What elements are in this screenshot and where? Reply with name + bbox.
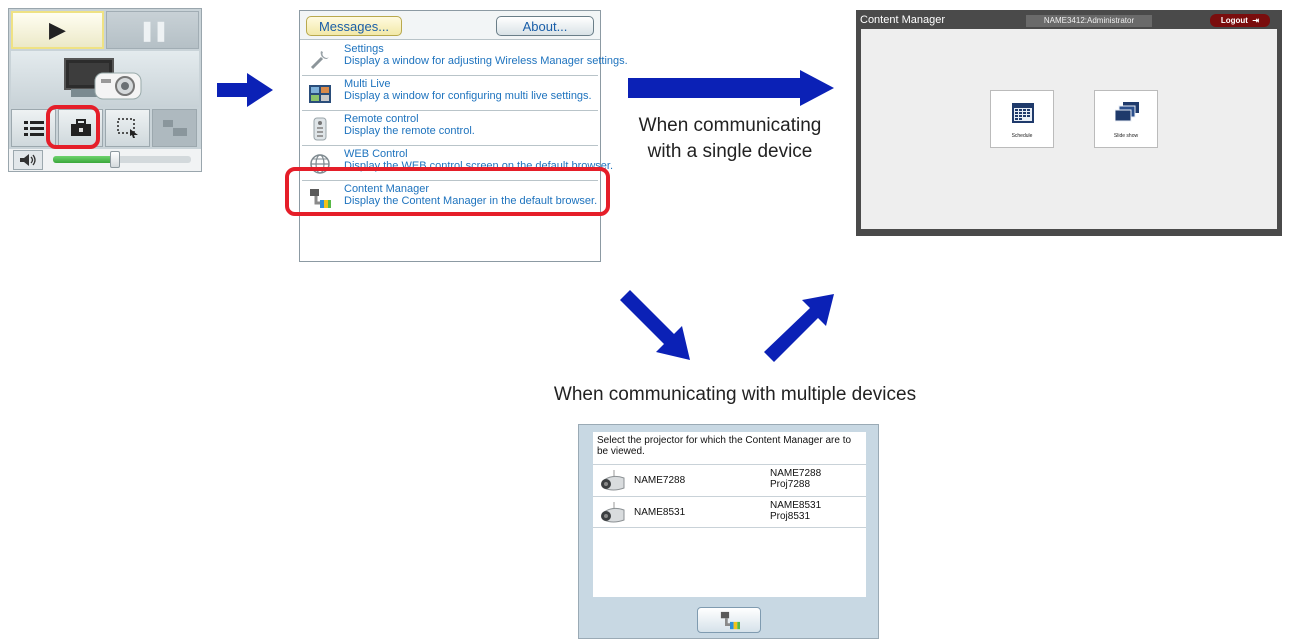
projector-device-icon — [601, 470, 625, 491]
menu-item-settings[interactable]: Settings Display a window for adjusting … — [302, 41, 628, 76]
highlight-tool-button — [46, 105, 100, 149]
projector-name: NAME7288 — [634, 475, 686, 486]
projector-list: Select the projector for which the Conte… — [593, 432, 866, 597]
arrow-up-right-icon — [764, 294, 834, 362]
wrench-icon — [310, 51, 329, 70]
projector-id: NAME8531 — [770, 500, 822, 511]
messages-button[interactable]: Messages... — [306, 16, 402, 36]
about-button[interactable]: About... — [496, 16, 594, 36]
multi-window-icon — [162, 120, 187, 136]
logout-button[interactable]: Logout ⇥ — [1210, 14, 1270, 27]
content-manager-icon — [720, 611, 740, 630]
projector-row[interactable]: NAME8531 NAME8531 Proj8531 — [593, 496, 866, 528]
projector-row[interactable]: NAME7288 NAME7288 Proj7288 — [593, 464, 866, 496]
open-content-manager-button[interactable] — [697, 607, 761, 633]
tile-label: Schedule — [1011, 133, 1033, 139]
projector-icon — [64, 58, 142, 100]
multi-window-button[interactable] — [152, 109, 197, 147]
menu-item-title: Settings — [344, 43, 384, 55]
tool-menu: Messages... About... Settings Display a … — [299, 10, 628, 262]
projector-select-dialog: Select the projector for which the Conte… — [578, 424, 879, 639]
wireless-manager-panel: ▶ ❚❚ — [8, 8, 202, 172]
speaker-icon — [20, 154, 36, 166]
user-label: NAME3412:Administrator — [1026, 15, 1152, 27]
projector-id: NAME7288 — [770, 468, 822, 479]
slideshow-icon — [1115, 102, 1139, 122]
caption-single-device: When communicating with a single device — [610, 113, 850, 165]
menu-header: Messages... About... — [300, 11, 600, 40]
menu-item-multi-live[interactable]: Multi Live Display a window for configur… — [302, 76, 598, 111]
menu-item-remote-control[interactable]: Remote control Display the remote contro… — [302, 111, 598, 146]
volume-slider-thumb[interactable] — [110, 151, 120, 168]
calendar-icon — [1012, 103, 1034, 123]
menu-item-title: WEB Control — [344, 148, 408, 160]
logout-label: Logout — [1220, 16, 1248, 25]
volume-row — [9, 149, 201, 171]
tile-label: Slide show — [1113, 133, 1139, 139]
multi-live-icon — [309, 85, 331, 103]
selection-icon — [116, 118, 138, 138]
arrow-right-icon — [628, 70, 834, 106]
play-button[interactable]: ▶ — [11, 11, 104, 49]
content-manager-window: Content Manager NAME3412:Administrator L… — [856, 10, 1282, 236]
list-icon — [23, 121, 44, 136]
menu-item-title: Multi Live — [344, 78, 391, 90]
projector-model: Proj8531 — [770, 511, 811, 522]
logout-icon: ⇥ — [1250, 16, 1260, 25]
arrow-right-icon — [217, 73, 273, 107]
slideshow-tile[interactable]: Slide show — [1094, 90, 1158, 148]
projector-model: Proj7288 — [770, 479, 811, 490]
highlight-content-manager — [285, 167, 610, 216]
menu-item-title: Remote control — [344, 113, 419, 125]
caption-line: with a single device — [647, 141, 813, 162]
volume-slider-fill — [53, 156, 115, 163]
menu-item-description: Display a window for adjusting Wireless … — [344, 55, 628, 67]
window-title: Content Manager — [860, 14, 945, 26]
content-manager-body: Schedule Slide show — [861, 29, 1277, 229]
pause-button[interactable]: ❚❚ — [106, 11, 199, 49]
projector-device-icon — [601, 502, 625, 523]
tool-row — [11, 109, 199, 147]
display-area — [11, 51, 199, 107]
schedule-tile[interactable]: Schedule — [990, 90, 1054, 148]
mute-button[interactable] — [13, 150, 43, 170]
pause-icon: ❚❚ — [138, 19, 169, 42]
menu-item-description: Display a window for configuring multi l… — [344, 90, 592, 102]
remote-icon — [313, 117, 327, 141]
arrow-down-right-icon — [620, 290, 690, 360]
caption-multiple-devices: When communicating with multiple devices — [553, 384, 917, 405]
projector-name: NAME8531 — [634, 507, 686, 518]
caption-line: When communicating — [638, 115, 822, 136]
select-message: Select the projector for which the Conte… — [597, 435, 852, 457]
selection-button[interactable] — [105, 109, 150, 147]
menu-item-description: Display the remote control. — [344, 125, 475, 137]
play-icon: ▶ — [49, 17, 66, 42]
